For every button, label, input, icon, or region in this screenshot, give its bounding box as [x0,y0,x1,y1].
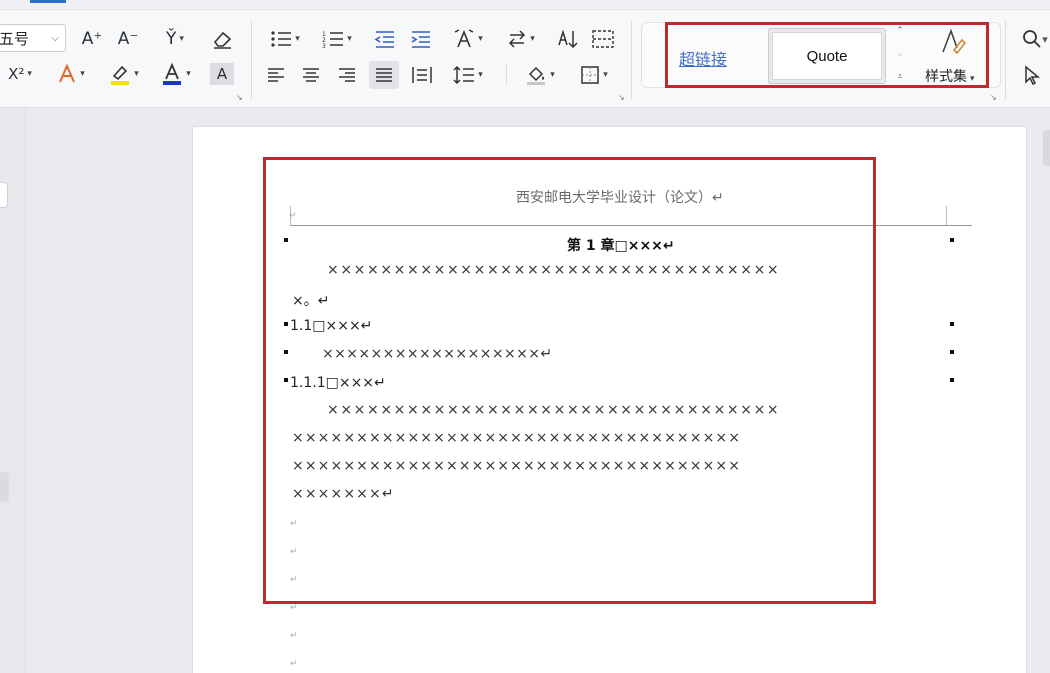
align-center-button[interactable] [299,63,323,87]
swap-icon [509,30,526,48]
paint-bucket-icon [527,66,546,85]
distribute-icon [412,67,432,83]
text-effects-button[interactable]: ▾ [52,62,90,86]
border-icon [581,66,599,84]
grow-font-button[interactable]: A⁺ [80,27,104,51]
annotation-box-document [263,157,876,604]
sort-button[interactable] [555,27,581,51]
outdent-icon [374,31,394,48]
svg-text:3: 3 [322,43,326,48]
nav-scroll-tab[interactable] [0,472,9,502]
chevron-down-icon: ▾ [27,68,32,79]
font-size-value: 五号 [0,29,30,48]
search-icon [1023,30,1041,48]
align-center-icon [303,68,319,82]
nav-toggle-tab[interactable] [0,182,8,208]
paragraph-dialog-launcher-icon[interactable]: ↘ [618,93,625,102]
show-marks-button[interactable] [590,27,616,51]
align-right-button[interactable] [335,63,359,87]
chevron-down-icon: ▾ [179,33,184,44]
line-spacing-icon [453,65,475,85]
group-divider [1005,20,1006,100]
format-mark [950,350,954,354]
align-left-button[interactable] [264,63,288,87]
indent-icon [411,31,430,48]
divider [506,64,507,86]
shrink-font-button[interactable]: A⁻ [116,27,140,51]
font-dialog-launcher-icon[interactable]: ↘ [236,93,243,102]
group-divider [251,20,252,100]
shading-button[interactable]: ▾ [520,63,560,87]
justify-icon [376,68,392,82]
align-right-icon [339,68,355,82]
styles-dialog-launcher-icon[interactable]: ↘ [990,93,997,102]
highlighter-icon [111,65,130,85]
group-divider [631,20,632,100]
find-caret[interactable]: ▾ [1040,30,1050,48]
numbered-list-icon: 123 [322,31,344,48]
justify-button[interactable] [369,61,399,89]
text-effect-icon [59,64,76,83]
sort-icon [558,29,578,49]
annotation-box-styles [665,22,989,88]
highlight-button[interactable]: ▾ [104,62,144,86]
select-button[interactable] [1020,63,1044,87]
paragraph-mark: ↵ [290,659,298,669]
distribute-button[interactable] [409,63,435,87]
paragraph-mark: ↵ [290,603,298,613]
char-shading-button[interactable]: A [210,63,234,85]
phonetic-guide-button[interactable]: Y̌ ▾ [155,27,195,51]
clear-format-button[interactable] [208,27,236,51]
eraser-icon [213,31,232,49]
align-left-icon [268,68,284,82]
format-mark [950,238,954,242]
font-size-select[interactable]: 五号 ⌵ [0,24,66,52]
numbering-button[interactable]: 1 2 3 ▾ [318,27,356,51]
format-mark [950,322,954,326]
increase-indent-button[interactable] [408,27,434,51]
decrease-indent-button[interactable] [372,27,398,51]
superscript-button[interactable]: X² ▾ [0,62,40,86]
header-margin-mark [946,206,947,226]
bullets-button[interactable]: ▾ [266,27,304,51]
right-pane-tab[interactable] [1043,130,1050,166]
font-color-icon [163,63,182,85]
title-strip [0,0,1050,10]
format-mark [950,378,954,382]
text-direction-icon [454,29,474,48]
line-spacing-button[interactable]: ▾ [448,63,488,87]
sort-direction-button[interactable]: ▾ [503,27,539,51]
font-color-button[interactable]: ▾ [156,62,196,86]
paragraph-mark: ↵ [290,631,298,641]
cursor-icon [1025,65,1041,85]
active-tab-indicator [30,0,66,3]
chevron-down-icon: ⌵ [51,32,59,44]
text-direction-button[interactable]: ▾ [448,27,488,51]
borders-button[interactable]: ▾ [574,63,614,87]
table-grid-icon [592,30,614,48]
bullet-list-icon [271,31,292,47]
